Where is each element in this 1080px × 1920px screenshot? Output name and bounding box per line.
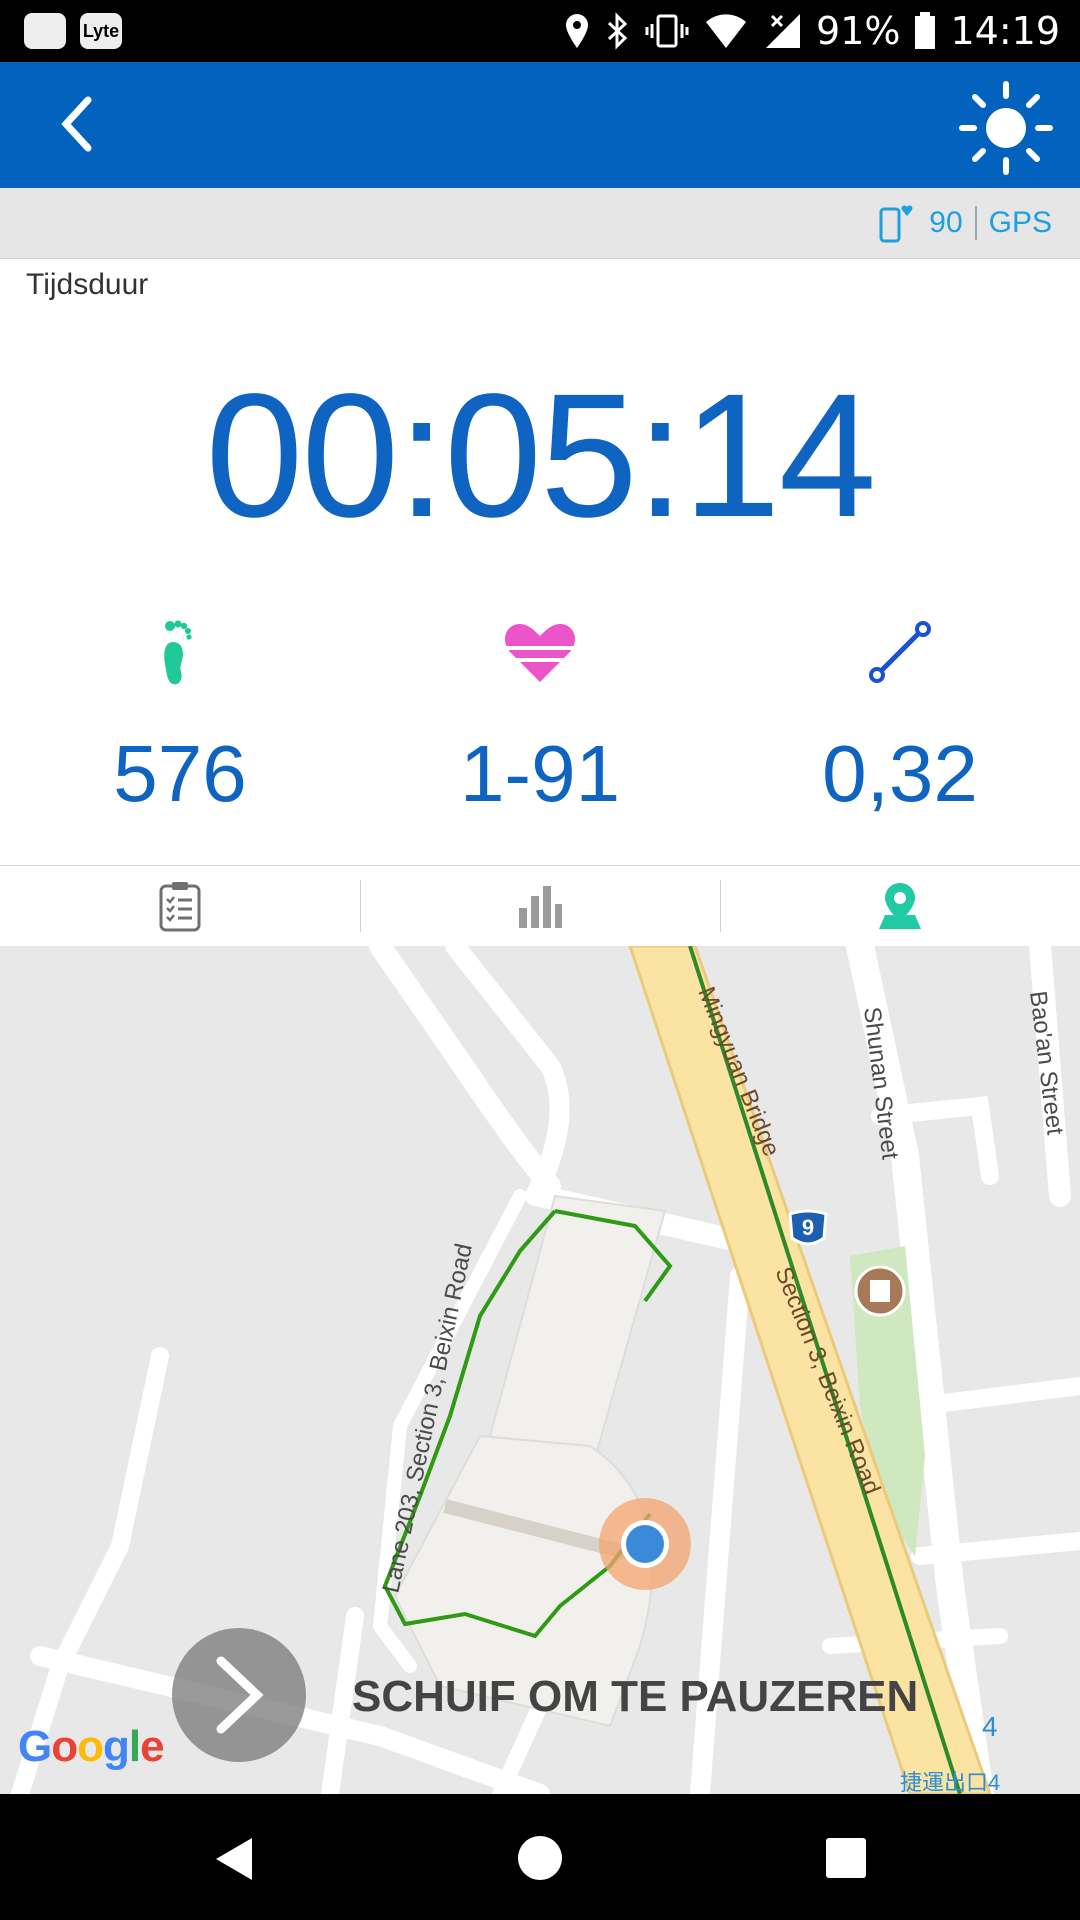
distance-value: 0,32 <box>822 729 978 818</box>
duration-timer: 00:05:14 <box>205 358 876 554</box>
street-label: Bao'an Street <box>1024 989 1068 1136</box>
nav-back-icon[interactable] <box>210 1834 256 1884</box>
message-icon <box>24 13 66 49</box>
bar-chart-icon <box>519 886 562 928</box>
google-logo: Google <box>18 1722 165 1771</box>
tab-summary[interactable] <box>0 866 360 946</box>
clock-time: 14:19 <box>950 9 1060 53</box>
steps-value: 576 <box>113 729 247 818</box>
metro-exit-label: 捷運出口4 <box>900 1770 1000 1794</box>
chevron-right-icon <box>216 1656 264 1734</box>
tab-map[interactable] <box>720 866 1080 946</box>
app-bar <box>0 62 1080 188</box>
footprint-icon <box>140 612 220 692</box>
route-shield-label: 9 <box>802 1215 814 1240</box>
map-pin-icon <box>879 883 921 929</box>
clipboard-list-icon <box>159 882 201 932</box>
divider <box>974 206 977 240</box>
phone-heart-icon <box>879 205 913 243</box>
sun-icon <box>959 81 1053 175</box>
location-icon <box>566 14 589 48</box>
brightness-button[interactable] <box>956 78 1056 178</box>
distance-icon <box>860 612 940 692</box>
lyte-app-icon: Lyte <box>80 13 122 49</box>
nav-recents-icon[interactable] <box>824 1836 868 1880</box>
battery-percent: 91% <box>816 9 901 53</box>
signal-icon <box>766 14 801 48</box>
heart-icon <box>500 612 580 692</box>
chevron-left-icon <box>61 96 92 152</box>
sensor-info-bar: 90 GPS <box>0 188 1080 259</box>
back-button[interactable] <box>40 84 112 164</box>
heart-rate-range-value: 1-91 <box>459 729 621 818</box>
nav-home-icon[interactable] <box>516 1834 564 1882</box>
system-nav-bar <box>0 1794 1080 1920</box>
slide-to-pause-label: SCHUIF OM TE PAUZEREN <box>352 1672 919 1721</box>
battery-icon <box>915 12 936 49</box>
wifi-icon <box>706 14 747 48</box>
map-canvas: 9 Mingyuan Bridge Section 3, Beixin Road… <box>11 946 1080 1794</box>
tab-charts[interactable] <box>360 866 720 946</box>
bluetooth-icon <box>607 12 628 50</box>
slide-to-pause-handle[interactable] <box>172 1628 306 1762</box>
metro-exit-number: 4 <box>982 1711 998 1742</box>
tab-bar <box>0 865 1080 947</box>
route-map[interactable]: 9 Mingyuan Bridge Section 3, Beixin Road… <box>0 946 1080 1794</box>
gps-status: GPS <box>988 206 1052 239</box>
vibrate-icon <box>645 14 689 48</box>
heart-rate-reading: 90 <box>929 206 963 239</box>
duration-label: Tijdsduur <box>26 268 149 301</box>
status-bar: Lyte 91% 14:19 <box>0 0 1080 62</box>
